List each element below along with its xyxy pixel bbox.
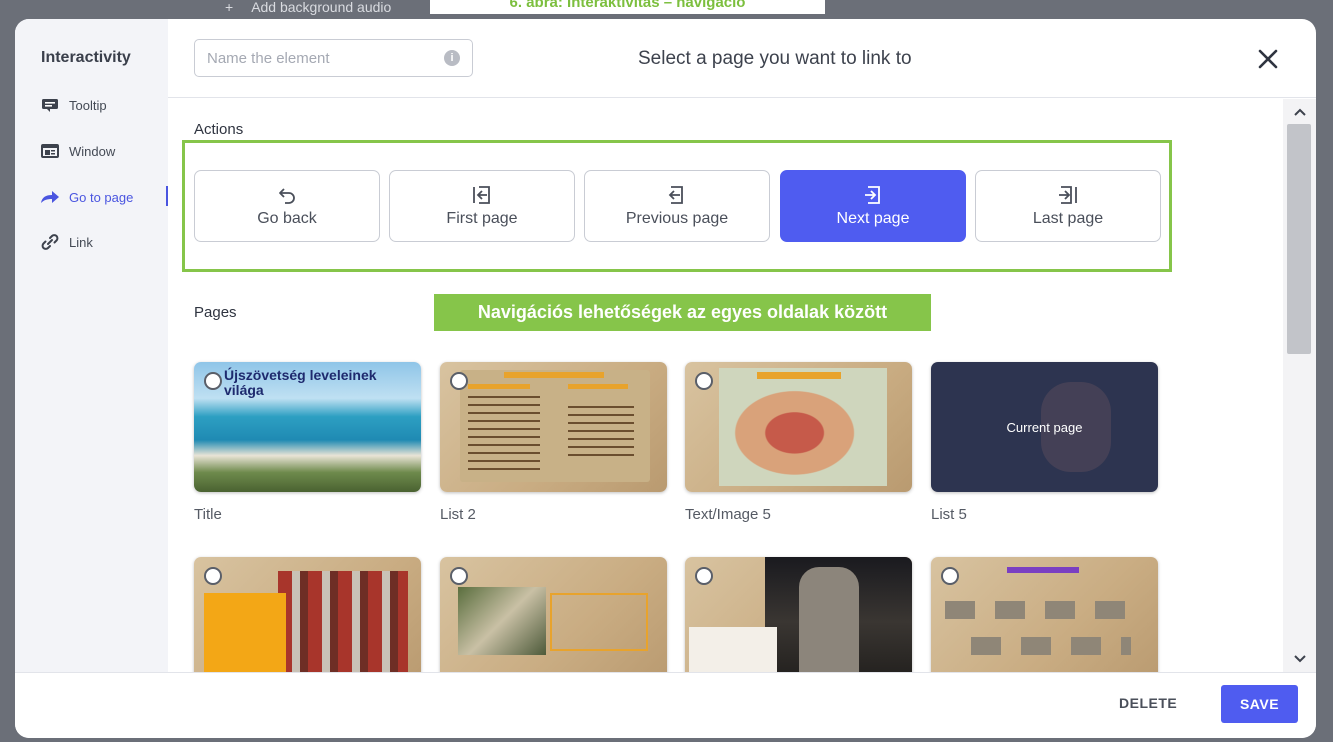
scroll-thumb[interactable] — [1287, 124, 1311, 354]
thumbnail-title: Újszövetség leveleinek világa — [224, 367, 377, 398]
sidebar-item-link[interactable]: Link — [40, 232, 93, 252]
navigation-annotation: Navigációs lehetőségek az egyes oldalak … — [434, 294, 931, 331]
page-label: Text/Image 5 — [685, 506, 771, 523]
page-card-8[interactable] — [931, 557, 1158, 672]
sidebar-item-window[interactable]: Window — [40, 141, 115, 161]
undo-icon — [277, 184, 297, 206]
page-card-5[interactable] — [194, 557, 421, 672]
page-card-text-image-5[interactable]: Text/Image 5 — [685, 362, 912, 523]
page-radio[interactable] — [941, 567, 959, 585]
sidebar: Interactivity Tooltip Window Go to page — [15, 19, 168, 672]
page-radio[interactable] — [450, 372, 468, 390]
tooltip-icon — [40, 97, 60, 113]
page-radio[interactable] — [695, 567, 713, 585]
next-page-icon — [863, 184, 883, 206]
pages-label: Pages — [194, 304, 237, 321]
add-background-audio-label: Add background audio — [251, 0, 392, 15]
window-icon — [40, 143, 60, 159]
sidebar-item-tooltip[interactable]: Tooltip — [40, 95, 107, 115]
close-icon — [1258, 49, 1278, 69]
first-page-label: First page — [446, 210, 518, 227]
last-page-button[interactable]: Last page — [975, 170, 1161, 242]
add-background-audio: + Add background audio — [225, 0, 409, 18]
previous-page-button[interactable]: Previous page — [584, 170, 770, 242]
page-card-title[interactable]: Újszövetség leveleinek világa Title — [194, 362, 421, 523]
sidebar-item-label: Link — [69, 234, 93, 250]
sidebar-item-label: Window — [69, 143, 116, 159]
page-thumbnail[interactable] — [440, 362, 667, 492]
go-back-label: Go back — [257, 210, 317, 227]
dialog-content: Actions Go back First page Previous page — [168, 99, 1283, 672]
dialog-title: Select a page you want to link to — [638, 48, 912, 69]
scroll-up-button[interactable] — [1293, 105, 1307, 117]
save-button[interactable]: SAVE — [1221, 685, 1298, 723]
previous-page-label: Previous page — [625, 210, 729, 227]
page-radio[interactable] — [204, 372, 222, 390]
page-thumbnail[interactable]: Újszövetség leveleinek világa — [194, 362, 421, 492]
page-card-list-5[interactable]: Current page List 5 — [931, 362, 1158, 523]
page-thumbnail[interactable]: Current page — [931, 362, 1158, 492]
page-thumbnail[interactable] — [685, 362, 912, 492]
page-radio[interactable] — [204, 567, 222, 585]
page-card-7[interactable] — [685, 557, 912, 672]
current-page-overlay: Current page — [1006, 419, 1083, 435]
figure-caption-banner: 6. ábra: Interaktivitás – navigáció — [430, 0, 825, 14]
dialog-header: i Select a page you want to link to — [168, 19, 1316, 98]
next-page-label: Next page — [836, 210, 910, 227]
scrollbar[interactable] — [1283, 99, 1316, 672]
interactivity-dialog: Interactivity Tooltip Window Go to page — [15, 19, 1316, 738]
delete-button[interactable]: DELETE — [1119, 695, 1177, 711]
page-label: List 2 — [440, 506, 476, 523]
last-page-label: Last page — [1032, 210, 1104, 227]
sidebar-title: Interactivity — [41, 49, 131, 66]
dialog-footer: DELETE SAVE — [15, 672, 1316, 738]
plus-icon: + — [225, 0, 234, 15]
chevron-up-icon — [1294, 108, 1306, 116]
page-thumbnail[interactable] — [931, 557, 1158, 672]
first-page-button[interactable]: First page — [389, 170, 575, 242]
figure-caption-text: 6. ábra: Interaktivitás – navigáció — [509, 0, 746, 11]
first-page-icon — [471, 184, 493, 206]
next-page-button[interactable]: Next page — [780, 170, 966, 242]
last-page-icon — [1057, 184, 1079, 206]
close-button[interactable] — [1254, 45, 1282, 73]
page-radio[interactable] — [695, 372, 713, 390]
page-thumbnail[interactable] — [194, 557, 421, 672]
previous-page-icon — [667, 184, 687, 206]
arrow-right-icon — [40, 189, 60, 205]
sidebar-item-label: Tooltip — [69, 97, 107, 113]
page-card-list-2[interactable]: List 2 — [440, 362, 667, 523]
page-label: Title — [194, 506, 222, 523]
info-icon[interactable]: i — [444, 50, 460, 66]
page-label: List 5 — [931, 506, 967, 523]
link-icon — [40, 234, 60, 250]
element-name-input[interactable] — [194, 39, 473, 77]
page-radio[interactable] — [450, 567, 468, 585]
page-card-6[interactable] — [440, 557, 667, 672]
scroll-down-button[interactable] — [1293, 652, 1307, 664]
page-thumbnail[interactable] — [685, 557, 912, 672]
actions-label: Actions — [194, 121, 244, 138]
go-back-button[interactable]: Go back — [194, 170, 380, 242]
page-thumbnail[interactable] — [440, 557, 667, 672]
sidebar-item-go-to-page[interactable]: Go to page — [40, 187, 133, 207]
sidebar-item-label: Go to page — [69, 189, 134, 205]
chevron-down-icon — [1294, 655, 1306, 663]
